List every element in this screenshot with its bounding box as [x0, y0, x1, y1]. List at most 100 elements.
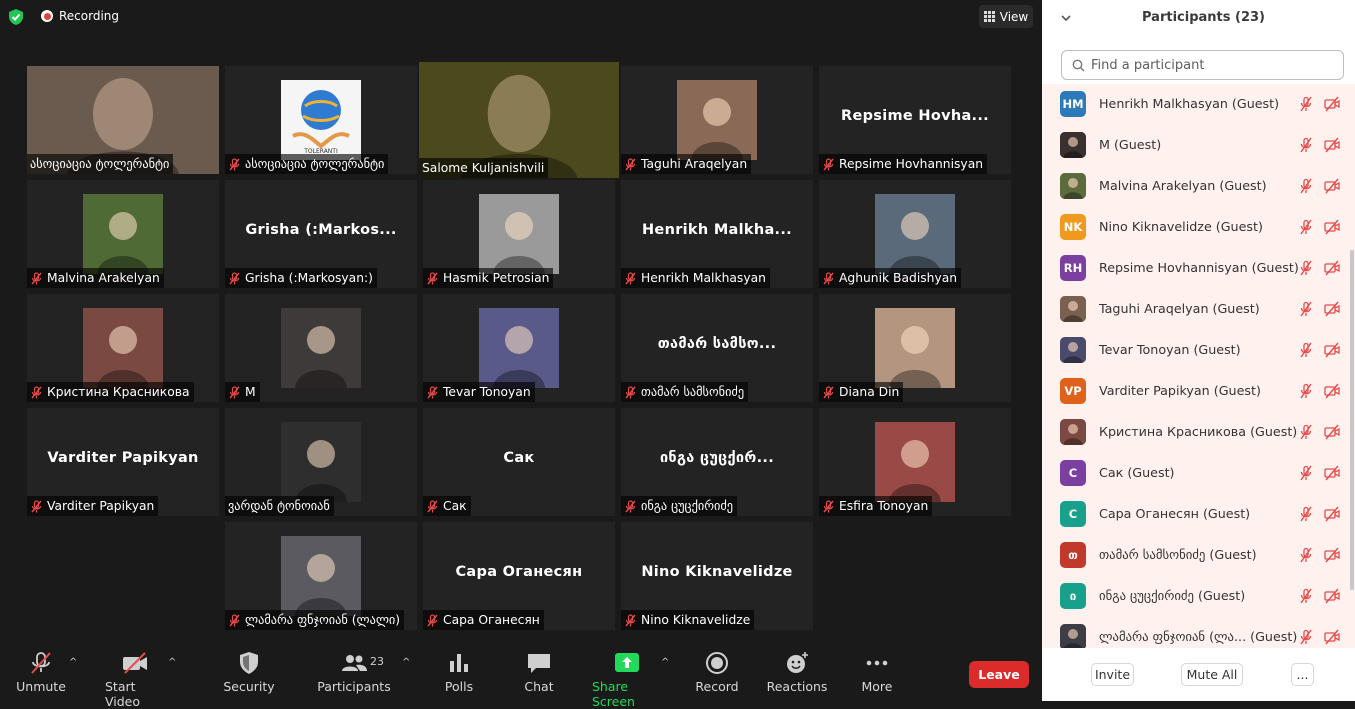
record-button[interactable]: Record — [695, 651, 739, 694]
recording-indicator[interactable]: Recording — [35, 6, 127, 26]
participant-name: Malvina Arakelyan — [47, 271, 160, 285]
video-tile[interactable]: Salome Kuljanishvili — [419, 62, 619, 178]
video-tile[interactable]: ლამარა ფნჯოიან (ლალი) — [225, 522, 417, 630]
video-tile[interactable]: თამარ სამსო... თამარ სამსონიძე — [621, 294, 813, 402]
video-camera-off-icon — [123, 652, 147, 674]
video-options-caret-icon[interactable]: ^ — [168, 657, 176, 668]
video-tile[interactable]: Aghunik Badishyan — [819, 180, 1011, 288]
muted-mic-icon — [31, 271, 42, 284]
participant-name-tag: Repsime Hovhannisyan — [819, 154, 988, 174]
polls-button[interactable]: Polls — [445, 651, 473, 694]
participant-list-item[interactable]: Tevar Tonoyan (Guest) — [1042, 330, 1355, 371]
participant-list-item[interactable]: თ თამარ სამსონიძე (Guest) — [1042, 535, 1355, 576]
video-tile[interactable]: Repsime Hovha... Repsime Hovhannisyan — [819, 66, 1011, 174]
avatar: C — [1060, 460, 1086, 486]
microphone-muted-icon[interactable] — [1298, 588, 1314, 604]
avatar — [1060, 296, 1086, 322]
microphone-muted-icon[interactable] — [1298, 424, 1314, 440]
participant-status-icons — [1298, 588, 1340, 604]
audio-options-caret-icon[interactable]: ^ — [69, 657, 77, 668]
more-ellipsis-icon — [866, 660, 888, 666]
avatar — [1060, 624, 1086, 648]
participant-list-item[interactable]: ლამარა ფნჯოიან (ლა... (Guest) — [1042, 617, 1355, 648]
participant-list-item[interactable]: NK Nino Kiknavelidze (Guest) — [1042, 207, 1355, 248]
video-tile[interactable]: Varditer Papikyan Varditer Papikyan — [27, 408, 219, 516]
video-tile[interactable]: TOLERANTI ასოციაცია ტოლერანტი — [225, 66, 417, 174]
share-screen-label: Share Screen — [592, 679, 635, 709]
video-off-icon — [1324, 424, 1340, 440]
participant-name: ასოციაცია ტოლერანტი — [245, 157, 385, 171]
participants-caret-icon[interactable]: ^ — [402, 657, 410, 668]
microphone-muted-icon[interactable] — [1298, 178, 1314, 194]
participant-list-item[interactable]: M (Guest) — [1042, 125, 1355, 166]
video-tile[interactable]: ვარდან ტონოიან — [225, 408, 417, 516]
share-screen-button[interactable]: Share Screen — [592, 651, 662, 709]
recording-dot-icon — [41, 10, 53, 22]
participant-name: Кристина Красникова — [47, 385, 190, 399]
participant-list-item[interactable]: C Сак (Guest) — [1042, 453, 1355, 494]
start-video-button[interactable]: Start Video — [105, 651, 165, 709]
microphone-muted-icon[interactable] — [1298, 260, 1314, 276]
share-screen-arrow-icon — [615, 653, 639, 672]
microphone-muted-icon[interactable] — [1298, 383, 1314, 399]
leave-button[interactable]: Leave — [969, 661, 1029, 688]
video-tile[interactable]: Diana Din — [819, 294, 1011, 402]
video-off-icon — [1324, 137, 1340, 153]
participant-name-tag: ინგა ცუცქირიძე — [621, 496, 738, 516]
video-tile[interactable]: Grisha (:Markos... Grisha (:Markosyan:) — [225, 180, 417, 288]
find-participant-input[interactable]: Find a participant — [1061, 50, 1344, 80]
video-tile[interactable]: Кристина Красникова — [27, 294, 219, 402]
participant-list-item[interactable]: RH Repsime Hovhannisyan (Guest) — [1042, 248, 1355, 289]
video-tile[interactable]: M — [225, 294, 417, 402]
participant-list-item[interactable]: Taguhi Araqelyan (Guest) — [1042, 289, 1355, 330]
participant-list-item[interactable]: C Сара Оганесян (Guest) — [1042, 494, 1355, 535]
participant-list-item[interactable]: Malvina Arakelyan (Guest) — [1042, 166, 1355, 207]
microphone-muted-icon[interactable] — [1298, 465, 1314, 481]
share-options-caret-icon[interactable]: ^ — [661, 657, 669, 668]
participant-list-item[interactable]: VP Varditer Papikyan (Guest) — [1042, 371, 1355, 412]
microphone-muted-icon[interactable] — [1298, 506, 1314, 522]
participant-list-item[interactable]: HM Henrikh Malkhasyan (Guest) — [1042, 84, 1355, 125]
participant-list-name: Кристина Красникова (Guest) — [1099, 424, 1298, 439]
video-tile[interactable]: ინგა ცუცქირ... ინგა ცუცქირიძე — [621, 408, 813, 516]
video-tile[interactable]: Сара Оганесян Сара Оганесян — [423, 522, 615, 630]
microphone-muted-icon[interactable] — [1298, 96, 1314, 112]
profile-picture — [281, 308, 361, 388]
more-button[interactable]: More — [862, 651, 893, 694]
mute-all-button[interactable]: Mute All — [1181, 663, 1243, 686]
reactions-button[interactable]: Reactions — [767, 651, 827, 694]
video-tile[interactable]: Taguhi Araqelyan — [621, 66, 813, 174]
microphone-muted-icon[interactable] — [1298, 219, 1314, 235]
invite-button[interactable]: Invite — [1091, 663, 1134, 686]
video-tile[interactable]: ასოციაცია ტოლერანტი — [27, 66, 219, 174]
participant-name: Aghunik Badishyan — [839, 271, 958, 285]
video-tile[interactable]: Сак Сак — [423, 408, 615, 516]
encryption-shield-icon[interactable] — [7, 8, 25, 26]
microphone-muted-icon[interactable] — [1298, 629, 1314, 645]
unmute-button[interactable]: Unmute — [16, 651, 66, 694]
video-tile[interactable]: Esfira Tonoyan — [819, 408, 1011, 516]
participant-display-name: ინგა ცუცქირ... — [659, 450, 775, 466]
video-tile[interactable]: Tevar Tonoyan — [423, 294, 615, 402]
participant-name: ვარდან ტონოიან — [228, 499, 330, 513]
panel-more-button[interactable]: ... — [1291, 663, 1314, 686]
participant-status-icons — [1298, 506, 1340, 522]
microphone-muted-icon[interactable] — [1298, 137, 1314, 153]
avatar: თ — [1060, 542, 1086, 568]
view-button[interactable]: View — [979, 5, 1033, 28]
security-button[interactable]: Security — [223, 651, 275, 694]
video-off-icon — [1324, 219, 1340, 235]
video-tile[interactable]: Henrikh Malkha... Henrikh Malkhasyan — [621, 180, 813, 288]
microphone-muted-icon[interactable] — [1298, 342, 1314, 358]
avatar: HM — [1060, 91, 1086, 117]
chat-button[interactable]: Chat — [524, 651, 554, 694]
participant-list-item[interactable]: Кристина Красникова (Guest) — [1042, 412, 1355, 453]
video-tile[interactable]: Malvina Arakelyan — [27, 180, 219, 288]
participant-list-scrollbar[interactable] — [1350, 250, 1354, 590]
microphone-muted-icon[interactable] — [1298, 301, 1314, 317]
participant-list-item[interactable]: ი ინგა ცუცქირიძე (Guest) — [1042, 576, 1355, 617]
video-tile[interactable]: Hasmik Petrosian — [423, 180, 615, 288]
microphone-muted-icon[interactable] — [1298, 547, 1314, 563]
video-tile[interactable]: Nino Kiknavelidze Nino Kiknavelidze — [621, 522, 813, 630]
participant-name: Salome Kuljanishvili — [422, 161, 545, 175]
